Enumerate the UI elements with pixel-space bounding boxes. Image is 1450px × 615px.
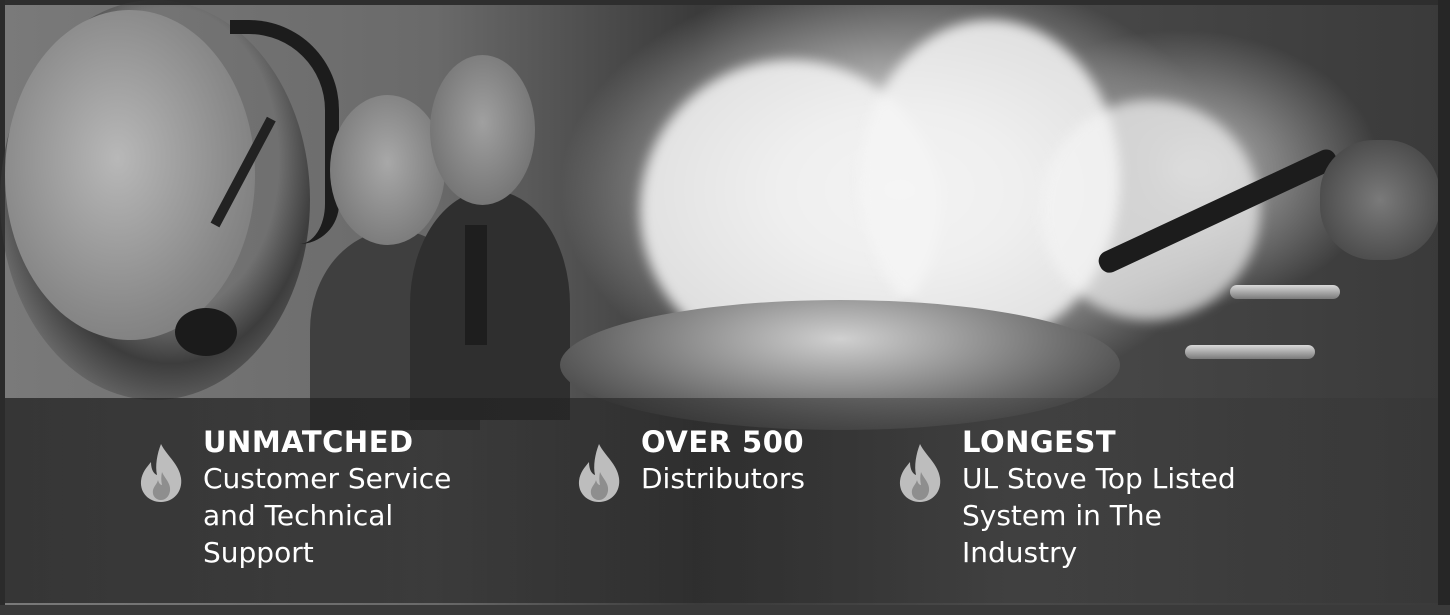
flame-icon: [140, 444, 182, 502]
top-border: [0, 0, 1450, 5]
photo-headset-mic: [175, 308, 237, 356]
feature-heading: UNMATCHED: [203, 425, 414, 459]
bottom-border: [0, 605, 1450, 615]
flame-icon: [578, 444, 620, 502]
photo-headset: [230, 20, 339, 244]
photo-man-tie: [465, 225, 487, 345]
photo-woman-face: [330, 95, 445, 245]
flame-icon: [899, 444, 941, 502]
feature-description: Distributors: [641, 462, 805, 495]
feature-customer-service: UNMATCHED Customer Service and Technical…: [137, 424, 451, 571]
hero-banner: UNMATCHED Customer Service and Technical…: [0, 0, 1450, 615]
photo-man-face: [430, 55, 535, 205]
feature-description: Customer Service and Technical Support: [203, 462, 452, 569]
photo-stove-grate: [1230, 285, 1340, 299]
photo-man-body: [410, 190, 570, 420]
right-border: [1438, 0, 1450, 615]
feature-heading: LONGEST: [962, 425, 1117, 459]
photo-stove-grate: [1185, 345, 1315, 359]
photo-hand: [1320, 140, 1440, 260]
feature-description: UL Stove Top Listed System in The Indust…: [962, 462, 1236, 569]
feature-distributors: OVER 500 Distributors: [575, 424, 805, 504]
photo-agent-face: [5, 10, 255, 340]
feature-ul-listed: LONGEST UL Stove Top Listed System in Th…: [896, 424, 1236, 571]
feature-heading: OVER 500: [641, 425, 805, 459]
